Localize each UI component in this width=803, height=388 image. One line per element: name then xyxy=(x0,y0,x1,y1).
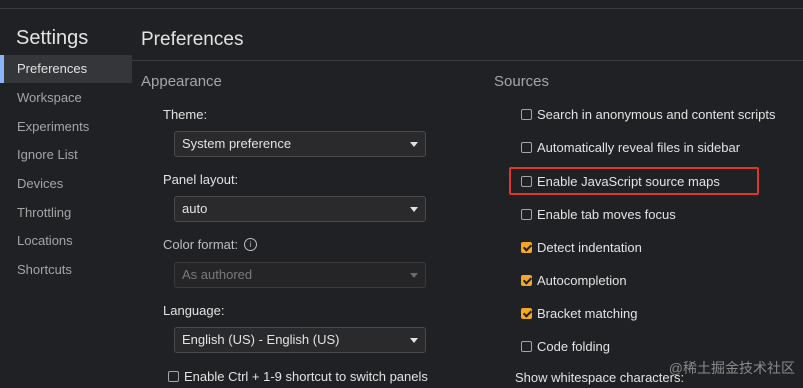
panel-layout-label: Panel layout: xyxy=(163,172,238,187)
chevron-down-icon xyxy=(410,338,418,343)
autocompletion-label: Autocompletion xyxy=(537,272,627,289)
detect-indentation-checkbox[interactable] xyxy=(521,242,532,253)
info-icon[interactable]: i xyxy=(244,238,257,251)
detect-indentation-label: Detect indentation xyxy=(537,239,642,256)
appearance-section-title: Appearance xyxy=(141,73,222,90)
tab-moves-focus-label: Enable tab moves focus xyxy=(537,206,676,223)
search-anonymous-label: Search in anonymous and content scripts xyxy=(537,106,775,123)
ctrl-shortcut-checkbox[interactable] xyxy=(168,371,179,382)
settings-sidebar: Settings Preferences Workspace Experimen… xyxy=(0,9,132,384)
sidebar-item-shortcuts[interactable]: Shortcuts xyxy=(0,256,132,284)
chevron-down-icon xyxy=(410,142,418,147)
sidebar-item-experiments[interactable]: Experiments xyxy=(0,113,132,141)
sidebar-item-devices[interactable]: Devices xyxy=(0,170,132,198)
sidebar-title: Settings xyxy=(16,27,88,50)
watermark: @稀土掘金技术社区 xyxy=(669,358,795,378)
sidebar-item-ignore-list[interactable]: Ignore List xyxy=(0,141,132,169)
page-title: Preferences xyxy=(141,29,243,51)
chevron-down-icon xyxy=(410,207,418,212)
language-select-value: English (US) - English (US) xyxy=(182,332,340,347)
highlight-annotation-box xyxy=(509,167,759,195)
language-select[interactable]: English (US) - English (US) xyxy=(174,327,426,353)
sidebar-item-preferences[interactable]: Preferences xyxy=(0,55,132,83)
whitespace-label: Show whitespace characters: xyxy=(515,370,684,385)
code-folding-label: Code folding xyxy=(537,338,610,355)
language-label: Language: xyxy=(163,303,224,318)
theme-select-value: System preference xyxy=(182,136,291,151)
color-format-label: Color format: xyxy=(163,237,238,252)
top-strip xyxy=(0,0,803,8)
sidebar-item-locations[interactable]: Locations xyxy=(0,227,132,255)
theme-select[interactable]: System preference xyxy=(174,131,426,157)
title-divider xyxy=(132,60,803,61)
theme-label: Theme: xyxy=(163,107,207,122)
bracket-matching-checkbox[interactable] xyxy=(521,308,532,319)
color-format-select-value: As authored xyxy=(182,267,252,282)
bracket-matching-label: Bracket matching xyxy=(537,305,637,322)
sidebar-item-workspace[interactable]: Workspace xyxy=(0,84,132,112)
reveal-files-checkbox[interactable] xyxy=(521,142,532,153)
sidebar-item-throttling[interactable]: Throttling xyxy=(0,199,132,227)
chevron-down-icon xyxy=(410,273,418,278)
search-anonymous-checkbox[interactable] xyxy=(521,109,532,120)
code-folding-checkbox[interactable] xyxy=(521,341,532,352)
autocompletion-checkbox[interactable] xyxy=(521,275,532,286)
preferences-panel: Preferences Appearance Theme: System pre… xyxy=(132,9,803,384)
ctrl-shortcut-label: Enable Ctrl + 1-9 shortcut to switch pan… xyxy=(184,368,428,385)
tab-moves-focus-checkbox[interactable] xyxy=(521,209,532,220)
panel-layout-select[interactable]: auto xyxy=(174,196,426,222)
sources-section-title: Sources xyxy=(494,73,549,90)
panel-layout-select-value: auto xyxy=(182,201,207,216)
reveal-files-label: Automatically reveal files in sidebar xyxy=(537,139,740,156)
color-format-select: As authored xyxy=(174,262,426,288)
